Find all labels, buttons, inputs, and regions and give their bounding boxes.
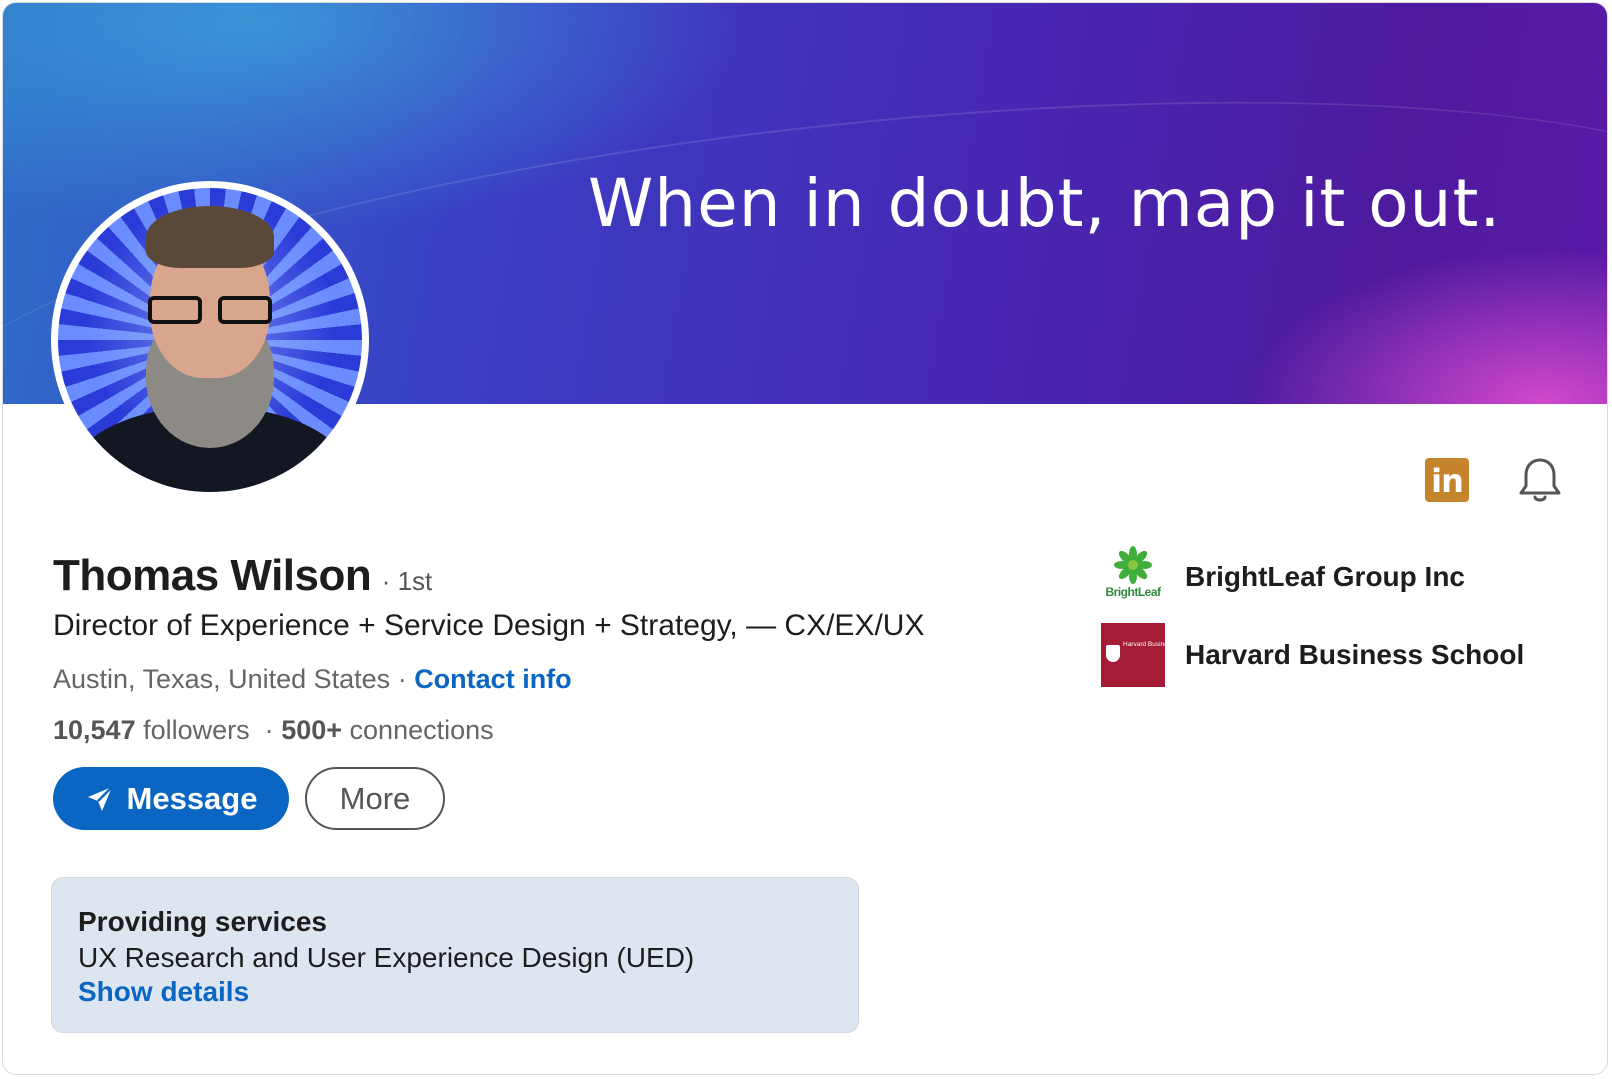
- brightleaf-logo: BrightLeaf: [1101, 545, 1165, 609]
- services-description: UX Research and User Experience Design (…: [78, 942, 695, 973]
- linkedin-icon[interactable]: in: [1425, 458, 1469, 502]
- stats-row: 10,547 followers · 500+ connections: [53, 715, 494, 746]
- avatar[interactable]: [51, 181, 369, 499]
- org-name: BrightLeaf Group Inc: [1185, 561, 1465, 592]
- banner-tagline: When in doubt, map it out.: [588, 165, 1502, 242]
- profile-headline: Director of Experience + Service Design …: [53, 609, 925, 642]
- message-button[interactable]: Message: [53, 767, 289, 830]
- shield-icon: [1106, 645, 1120, 662]
- followers-count: 10,547: [53, 715, 136, 745]
- more-button-label: More: [339, 780, 411, 816]
- name-row: Thomas Wilson · 1st: [53, 551, 432, 601]
- bell-icon[interactable]: [1517, 455, 1563, 505]
- location-separator: ·: [390, 664, 415, 694]
- connection-degree: · 1st: [381, 566, 433, 596]
- followers-label: followers: [143, 715, 250, 745]
- providing-services-card: Providing services UX Research and User …: [51, 877, 859, 1033]
- brightleaf-logo-text: BrightLeaf: [1105, 585, 1162, 599]
- leaf-icon: [1114, 546, 1152, 584]
- harvard-business-school-logo: Harvard Business School: [1101, 623, 1196, 687]
- contact-info-link[interactable]: Contact info: [414, 664, 571, 694]
- connections-label[interactable]: connections: [350, 715, 494, 745]
- hbs-logo-text: Harvard Business School: [1123, 641, 1196, 648]
- send-icon: [87, 785, 113, 811]
- location-row: Austin, Texas, United States · Contact i…: [53, 664, 572, 695]
- profile-location: Austin, Texas, United States: [53, 664, 391, 694]
- avatar-photo: [58, 188, 362, 492]
- connections-separator: ·: [264, 715, 274, 745]
- org-item-harvard[interactable]: Harvard Business School Harvard Business…: [1101, 623, 1524, 687]
- profile-name: Thomas Wilson: [53, 551, 372, 600]
- org-item-brightleaf[interactable]: BrightLeaf BrightLeaf Group Inc: [1101, 545, 1465, 609]
- more-button[interactable]: More: [305, 767, 445, 830]
- services-title: Providing services: [78, 906, 328, 937]
- profile-card: When in doubt, map it out. in Thomas Wil…: [2, 2, 1608, 1075]
- connections-count[interactable]: 500+: [281, 715, 342, 745]
- org-name: Harvard Business School: [1185, 639, 1525, 670]
- message-button-label: Message: [126, 780, 258, 816]
- show-details-link[interactable]: Show details: [78, 976, 249, 1008]
